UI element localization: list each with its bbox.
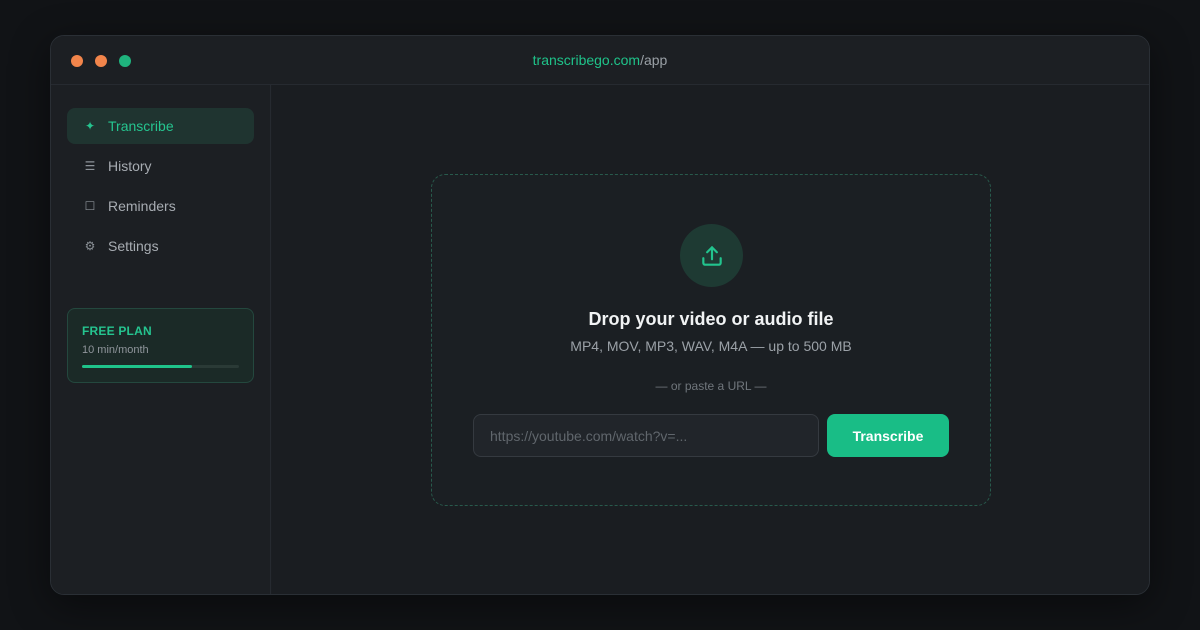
sidebar-item-history[interactable]: ☰ History bbox=[67, 148, 254, 184]
sidebar-item-label: History bbox=[108, 158, 152, 174]
sidebar-item-label: Reminders bbox=[108, 198, 176, 214]
upload-button[interactable] bbox=[680, 224, 743, 287]
transcribe-button[interactable]: Transcribe bbox=[827, 414, 949, 457]
file-dropzone[interactable]: Drop your video or audio file MP4, MOV, … bbox=[431, 174, 991, 506]
dropzone-divider: — or paste a URL — bbox=[655, 379, 767, 393]
upload-icon bbox=[701, 245, 722, 266]
url-input[interactable] bbox=[473, 414, 819, 457]
plan-title: FREE PLAN bbox=[82, 324, 152, 338]
title-bar: transcribego.com/app bbox=[51, 36, 1149, 85]
sparkle-icon: ✦ bbox=[84, 119, 96, 133]
sidebar-item-label: Settings bbox=[108, 238, 159, 254]
url-host: transcribego.com bbox=[532, 52, 641, 68]
usage-progress-bar bbox=[82, 365, 239, 368]
plan-card: FREE PLAN 10 min/month bbox=[67, 308, 254, 383]
plan-quota: 10 min/month bbox=[82, 344, 149, 356]
sidebar: ✦ Transcribe ☰ History ☐ Reminders ⚙ Set… bbox=[51, 85, 271, 594]
dropzone-title: Drop your video or audio file bbox=[588, 309, 834, 329]
sidebar-item-transcribe[interactable]: ✦ Transcribe bbox=[67, 108, 254, 144]
sidebar-item-reminders[interactable]: ☐ Reminders bbox=[67, 188, 254, 224]
list-icon: ☰ bbox=[84, 159, 96, 173]
dropzone-formats: MP4, MOV, MP3, WAV, M4A — up to 500 MB bbox=[570, 338, 852, 354]
sidebar-item-settings[interactable]: ⚙ Settings bbox=[67, 228, 254, 264]
address-text: transcribego.com/app bbox=[51, 52, 1149, 68]
square-icon: ☐ bbox=[84, 199, 96, 213]
app-window: transcribego.com/app ✦ Transcribe ☰ Hist… bbox=[50, 35, 1150, 595]
url-path: /app bbox=[640, 52, 668, 68]
sidebar-item-label: Transcribe bbox=[108, 118, 174, 134]
main-content: Drop your video or audio file MP4, MOV, … bbox=[272, 85, 1149, 594]
gear-icon: ⚙ bbox=[84, 239, 96, 253]
usage-progress-fill bbox=[82, 365, 192, 368]
